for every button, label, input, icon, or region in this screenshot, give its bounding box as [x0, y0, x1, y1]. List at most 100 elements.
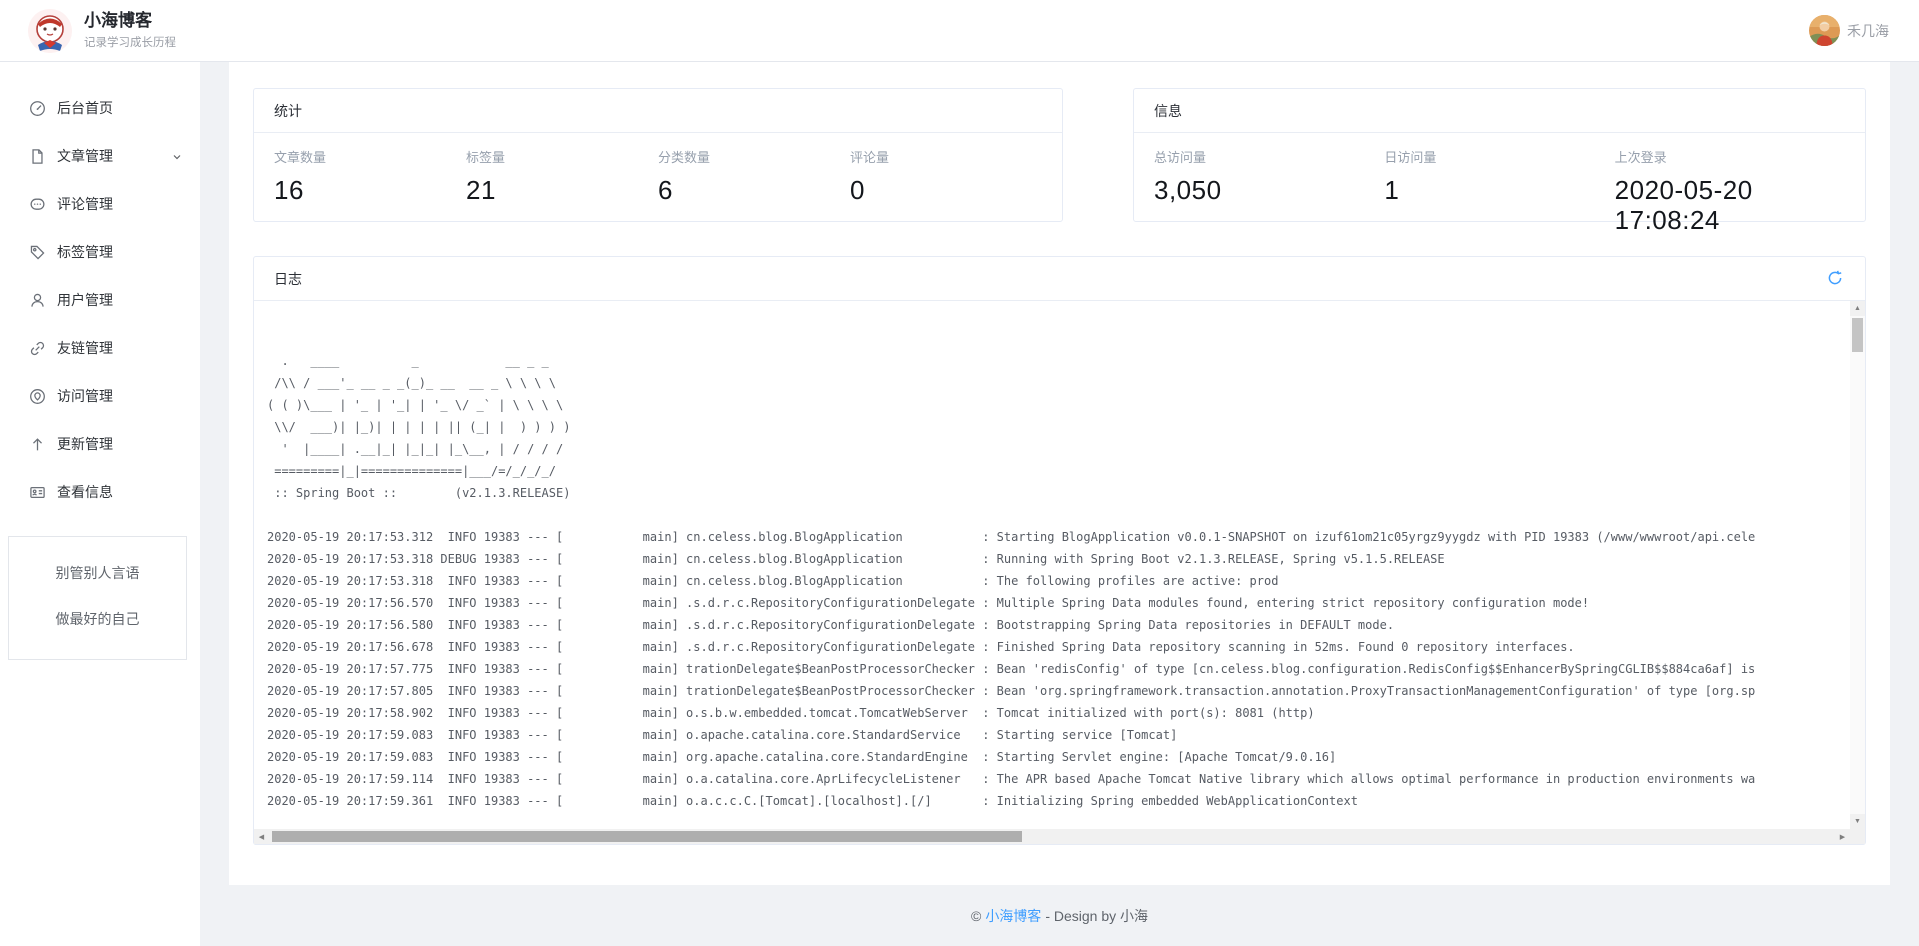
stat-daily-visits: 日访问量 1	[1384, 147, 1614, 235]
scrollbar-corner	[1850, 829, 1865, 844]
log-line: 2020-05-19 20:17:53.318 INFO 19383 --- […	[267, 570, 1849, 592]
log-blank-line	[267, 306, 1849, 328]
sidebar-item-label: 标签管理	[57, 242, 113, 262]
chevron-down-icon[interactable]	[171, 150, 183, 166]
log-line: 2020-05-19 20:17:59.114 INFO 19383 --- […	[267, 768, 1849, 790]
stat-value: 2020-05-20 17:08:24	[1615, 175, 1845, 235]
site-title: 小海博客	[84, 11, 176, 31]
user-icon	[29, 292, 46, 309]
log-blank-line	[267, 504, 1849, 526]
top-header: 小海博客 记录学习成长历程 禾几海	[0, 0, 1919, 62]
log-line: 2020-05-19 20:17:59.083 INFO 19383 --- […	[267, 746, 1849, 768]
horizontal-scrollbar-thumb[interactable]	[272, 831, 1022, 842]
refresh-icon[interactable]	[1827, 270, 1845, 288]
info-card-header: 信息	[1134, 89, 1865, 133]
scroll-up-icon[interactable]: ▲	[1850, 301, 1865, 316]
spring-banner-line: ( ( )\___ | '_ | '_| | '_ \/ _` | \ \ \ …	[267, 394, 1849, 416]
log-line: 2020-05-19 20:17:53.318 DEBUG 19383 --- …	[267, 548, 1849, 570]
stats-card-title: 统计	[274, 101, 302, 121]
stat-label: 日访问量	[1384, 147, 1614, 166]
sidebar-item-comments[interactable]: 评论管理	[0, 180, 200, 228]
user-menu[interactable]: 禾几海	[1809, 15, 1889, 46]
stat-total-visits: 总访问量 3,050	[1154, 147, 1384, 235]
log-output: . ____ _ __ _ _ /\\ / ___'_ __ _ _(_)_ _…	[254, 301, 1865, 844]
spring-banner-line: \\/ ___)| |_)| | | | | || (_| | ) ) ) )	[267, 416, 1849, 438]
sidebar-item-label: 文章管理	[57, 146, 113, 166]
tag-icon	[29, 244, 46, 261]
spring-banner-line: . ____ _ __ _ _	[267, 350, 1849, 372]
stat-categories: 分类数量 6	[658, 147, 850, 205]
log-line: 2020-05-19 20:17:53.312 INFO 19383 --- […	[267, 526, 1849, 548]
vertical-scrollbar-thumb[interactable]	[1852, 318, 1863, 352]
footer-brand-link[interactable]: 小海博客	[985, 906, 1041, 926]
footer: © 小海博客 - Design by 小海	[229, 885, 1890, 946]
stat-value: 0	[850, 175, 1042, 205]
sidebar-item-update[interactable]: 更新管理	[0, 420, 200, 468]
blog-logo-avatar	[28, 9, 72, 53]
sidebar-item-info[interactable]: 查看信息	[0, 468, 200, 516]
upload-arrow-icon	[29, 436, 46, 453]
log-line: 2020-05-19 20:17:57.805 INFO 19383 --- […	[267, 680, 1849, 702]
stat-tags: 标签量 21	[466, 147, 658, 205]
scroll-left-icon[interactable]: ◀	[254, 829, 269, 844]
log-card-title: 日志	[274, 269, 302, 289]
log-line: 2020-05-19 20:17:56.580 INFO 19383 --- […	[267, 614, 1849, 636]
main-area: 统计 文章数量 16 标签量 21 分类数量 6	[200, 62, 1919, 946]
stat-label: 总访问量	[1154, 147, 1384, 166]
stat-value: 1	[1384, 175, 1614, 205]
brand-text: 小海博客 记录学习成长历程	[84, 11, 176, 50]
page-layout: 后台首页 文章管理 评论管理 标签管理	[0, 62, 1919, 946]
sidebar-item-tags[interactable]: 标签管理	[0, 228, 200, 276]
sidebar-item-label: 评论管理	[57, 194, 113, 214]
stat-value: 3,050	[1154, 175, 1384, 205]
stat-label: 评论量	[850, 147, 1042, 166]
log-line: 2020-05-19 20:17:58.902 INFO 19383 --- […	[267, 702, 1849, 724]
info-card-title: 信息	[1154, 101, 1182, 121]
stat-label: 分类数量	[658, 147, 850, 166]
stats-card-header: 统计	[254, 89, 1062, 133]
sidebar-item-label: 友链管理	[57, 338, 113, 358]
scroll-down-icon[interactable]: ▼	[1850, 814, 1865, 829]
log-line: 2020-05-19 20:17:59.083 INFO 19383 --- […	[267, 724, 1849, 746]
sidebar-item-label: 查看信息	[57, 482, 113, 502]
sidebar-item-label: 访问管理	[57, 386, 113, 406]
sidebar-item-label: 更新管理	[57, 434, 113, 454]
spring-banner-line: :: Spring Boot :: (v2.1.3.RELEASE)	[267, 482, 1849, 504]
sidebar-item-links[interactable]: 友链管理	[0, 324, 200, 372]
site-subtitle: 记录学习成长历程	[84, 34, 176, 50]
comment-icon	[29, 196, 46, 213]
location-icon	[29, 388, 46, 405]
stat-last-login: 上次登录 2020-05-20 17:08:24	[1615, 147, 1845, 235]
stat-value: 6	[658, 175, 850, 205]
spring-banner-line: ' |____| .__|_| |_|_| |_\__, | / / / /	[267, 438, 1849, 460]
document-icon	[29, 148, 46, 165]
sidebar: 后台首页 文章管理 评论管理 标签管理	[0, 62, 200, 946]
dashboard-icon	[29, 100, 46, 117]
horizontal-scrollbar[interactable]: ◀ ▶	[254, 829, 1850, 844]
brand: 小海博客 记录学习成长历程	[28, 9, 176, 53]
info-card: 信息 总访问量 3,050 日访问量 1 上次登录 202	[1133, 88, 1866, 222]
stat-articles: 文章数量 16	[274, 147, 466, 205]
sidebar-item-dashboard[interactable]: 后台首页	[0, 84, 200, 132]
log-line: 2020-05-19 20:17:56.678 INFO 19383 --- […	[267, 636, 1849, 658]
stat-value: 16	[274, 175, 466, 205]
sidebar-item-articles[interactable]: 文章管理	[0, 132, 200, 180]
vertical-scrollbar[interactable]: ▲ ▼	[1850, 301, 1865, 829]
sidebar-item-label: 用户管理	[57, 290, 113, 310]
username: 禾几海	[1847, 21, 1889, 41]
id-card-icon	[29, 484, 46, 501]
sidebar-item-visits[interactable]: 访问管理	[0, 372, 200, 420]
spring-banner-line: /\\ / ___'_ __ _ _(_)_ __ __ _ \ \ \ \	[267, 372, 1849, 394]
sidebar-item-users[interactable]: 用户管理	[0, 276, 200, 324]
log-line: 2020-05-19 20:17:56.570 INFO 19383 --- […	[267, 592, 1849, 614]
stat-label: 标签量	[466, 147, 658, 166]
stat-label: 文章数量	[274, 147, 466, 166]
spring-banner-line: =========|_|==============|___/=/_/_/_/	[267, 460, 1849, 482]
motto-line: 别管别人言语	[17, 563, 178, 583]
user-avatar	[1809, 15, 1840, 46]
scroll-right-icon[interactable]: ▶	[1835, 829, 1850, 844]
sidebar-item-label: 后台首页	[57, 98, 113, 118]
stat-comments: 评论量 0	[850, 147, 1042, 205]
log-content: . ____ _ __ _ _ /\\ / ___'_ __ _ _(_)_ _…	[267, 306, 1849, 828]
log-line: 2020-05-19 20:17:59.361 INFO 19383 --- […	[267, 790, 1849, 812]
